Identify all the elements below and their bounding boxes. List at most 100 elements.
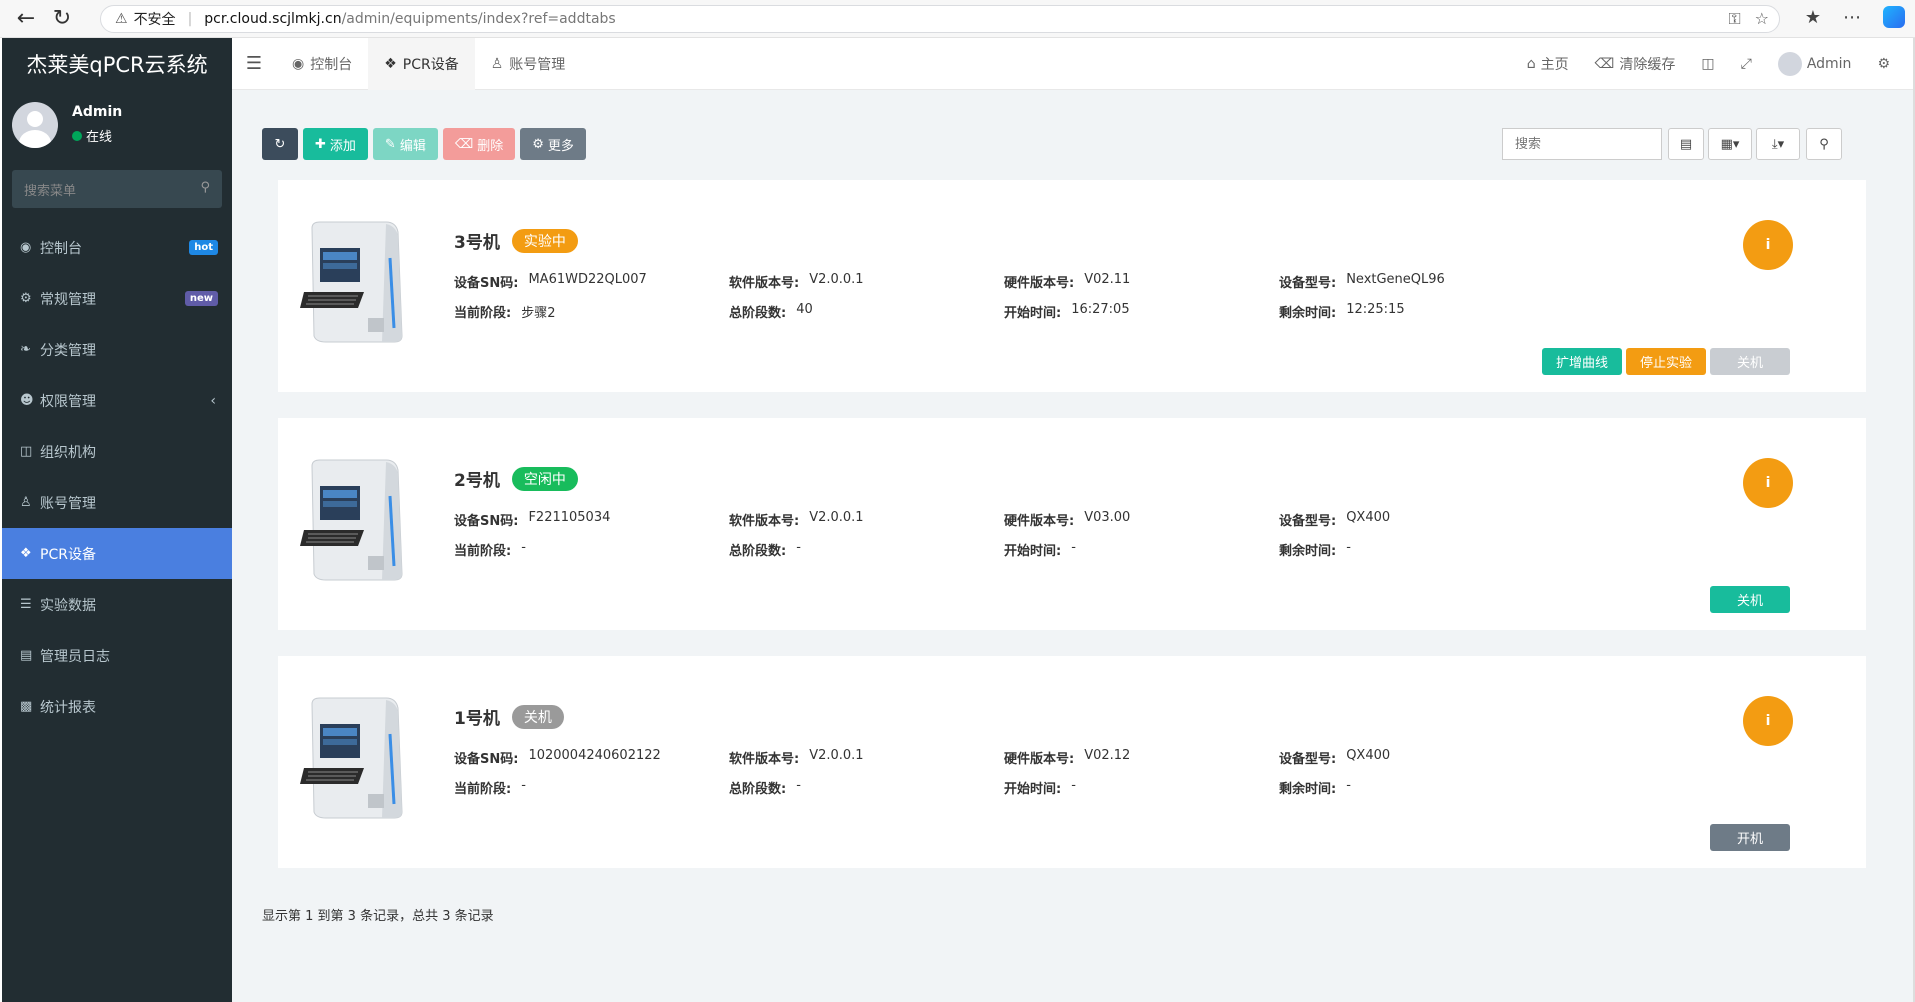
favorites-icon[interactable]: ★: [1805, 7, 1821, 28]
total-label: 总阶段数:: [729, 306, 787, 321]
shutdown-button[interactable]: 关机: [1710, 586, 1790, 613]
url-path: /admin/equipments/index?ref=addtabs: [341, 11, 616, 27]
info-icon: i: [1765, 237, 1771, 253]
pcr-device-image: [300, 459, 403, 581]
stage-label: 当前阶段:: [454, 782, 512, 797]
start-label: 开始时间:: [1004, 306, 1062, 321]
amplification-curve-button[interactable]: 扩增曲线: [1542, 348, 1622, 375]
columns-button[interactable]: ▦▾: [1708, 128, 1752, 160]
home-link[interactable]: ⌂ 主页: [1514, 54, 1582, 74]
tab-label: PCR设备: [402, 56, 459, 73]
hardware-value: V02.12: [1084, 748, 1131, 763]
add-button[interactable]: ✚ 添加: [303, 128, 368, 160]
sidebar-item-category[interactable]: ❧ 分类管理: [2, 324, 232, 375]
reload-icon[interactable]: ↻: [44, 1, 80, 37]
sn-value: MA61WD22QL007: [528, 272, 647, 287]
cubes-icon: ❖: [20, 546, 32, 561]
info-icon: i: [1765, 713, 1771, 729]
sn-value: F221105034: [528, 510, 611, 525]
clear-cache-button[interactable]: ⌫ 清除缓存: [1582, 54, 1689, 74]
status-badge: 关机: [511, 704, 564, 729]
chevron-left-icon: ‹: [210, 392, 216, 409]
export-icon: ⤓▾: [1771, 136, 1785, 152]
sidebar-item-label: PCR设备: [40, 546, 96, 563]
hamburger-icon[interactable]: ☰: [232, 53, 276, 74]
top-header: ☰ ◉ 控制台 ❖ PCR设备 ♙ 账号管理 ⌂ 主页 ⌫ 清除缓存 ◫ ⤢ A…: [232, 37, 1915, 90]
hardware-value: V02.11: [1084, 272, 1131, 287]
fullscreen-icon[interactable]: ⤢: [1728, 56, 1765, 72]
user-menu[interactable]: Admin: [1765, 52, 1865, 76]
settings-icon[interactable]: ⚙: [1864, 56, 1903, 72]
sidebar-item-experiment-data[interactable]: ☰ 实验数据: [2, 579, 232, 630]
browser-toolbar: ← ↻ ⚠ 不安全 | pcr.cloud.scjlmkj.cn/admin/e…: [0, 0, 1915, 38]
edit-button[interactable]: ✎ 编辑: [372, 128, 438, 160]
copilot-icon[interactable]: [1883, 6, 1905, 28]
user-menu-label: Admin: [1806, 56, 1852, 72]
plus-icon: ✚: [315, 136, 326, 152]
sidebar-item-auth[interactable]: ☻ 权限管理 ‹: [2, 375, 232, 426]
trash-icon: ⌫: [1594, 56, 1615, 72]
status-badge: 空闲中: [511, 466, 578, 491]
hardware-label: 硬件版本号:: [1004, 514, 1075, 529]
info-button[interactable]: i: [1743, 458, 1793, 508]
sidebar-item-pcr-devices[interactable]: ❖ PCR设备: [2, 528, 232, 579]
back-icon[interactable]: ←: [8, 1, 44, 37]
info-icon: i: [1765, 475, 1771, 491]
shutdown-button[interactable]: 关机: [1710, 348, 1790, 375]
home-icon: ⌂: [1526, 56, 1536, 72]
software-value: V2.0.0.1: [809, 748, 864, 763]
software-label: 软件版本号:: [729, 514, 800, 529]
search-button[interactable]: ⚲: [1806, 128, 1842, 160]
stage-label: 当前阶段:: [454, 544, 512, 559]
total-value: -: [796, 540, 801, 555]
search-icon[interactable]: ⚲: [200, 180, 210, 195]
info-button[interactable]: i: [1743, 696, 1793, 746]
menu-dots-icon[interactable]: ⋯: [1843, 7, 1861, 28]
toggle-view-button[interactable]: ▤: [1668, 128, 1704, 160]
power-on-button[interactable]: 开机: [1710, 824, 1790, 851]
sidebar-item-label: 分类管理: [40, 342, 96, 359]
sidebar-item-general[interactable]: ⚙ 常规管理 new: [2, 273, 232, 324]
tab-pcr-devices[interactable]: ❖ PCR设备: [368, 37, 475, 90]
model-label: 设备型号:: [1279, 752, 1337, 767]
sidebar-item-label: 权限管理: [40, 393, 96, 410]
sidebar-item-statistics[interactable]: ▩ 统计报表: [2, 681, 232, 732]
list-icon: ▤: [1679, 136, 1693, 152]
software-value: V2.0.0.1: [809, 272, 864, 287]
user-icon: ♙: [490, 55, 504, 72]
online-dot-icon: [72, 130, 82, 141]
device-card: 1号机 关机 设备SN码: 1020004240602122 软件版本号: V2.0…: [278, 656, 1866, 868]
stop-experiment-button[interactable]: 停止实验: [1626, 348, 1706, 375]
address-bar[interactable]: ⚠ 不安全 | pcr.cloud.scjlmkj.cn/admin/equip…: [100, 5, 1780, 33]
brand-title[interactable]: 杰莱美qPCR云系统: [2, 38, 232, 90]
software-label: 软件版本号:: [729, 752, 800, 767]
dashboard-icon: ◉: [292, 55, 305, 72]
tab-label: 控制台: [310, 56, 353, 73]
delete-button[interactable]: ⌫ 删除: [442, 128, 516, 160]
refresh-button[interactable]: ↻: [262, 128, 298, 160]
tab-dashboard[interactable]: ◉ 控制台: [276, 38, 368, 90]
sidebar-item-admin-log[interactable]: ▤ 管理员日志: [2, 630, 232, 681]
language-icon[interactable]: ◫: [1688, 56, 1727, 72]
more-button[interactable]: ⚙ 更多: [520, 128, 586, 160]
sn-label: 设备SN码:: [454, 276, 519, 291]
software-value: V2.0.0.1: [809, 510, 864, 525]
key-icon[interactable]: ⚿: [1728, 9, 1740, 29]
sidebar-item-organization[interactable]: ◫ 组织机构: [2, 426, 232, 477]
device-card: 3号机 实验中 设备SN码: MA61WD22QL007 软件版本号: V2.0.0…: [278, 180, 1866, 392]
more-label: 更多: [547, 138, 574, 154]
add-label: 添加: [329, 138, 356, 154]
model-label: 设备型号:: [1279, 514, 1337, 529]
favorite-star-icon[interactable]: ☆: [1755, 9, 1769, 29]
menu-search-input[interactable]: 搜索菜单 ⚲: [12, 170, 222, 208]
sidebar-item-account[interactable]: ♙ 账号管理: [2, 477, 232, 528]
remaining-value: -: [1346, 540, 1351, 555]
info-button[interactable]: i: [1743, 220, 1793, 270]
grid-icon: ▦▾: [1720, 136, 1740, 152]
sidebar-item-dashboard[interactable]: ◉ 控制台 hot: [2, 222, 232, 273]
tab-label: 账号管理: [509, 56, 566, 73]
export-button[interactable]: ⤓▾: [1756, 128, 1800, 160]
tab-account[interactable]: ♙ 账号管理: [475, 38, 582, 90]
start-value: -: [1071, 778, 1076, 793]
search-input[interactable]: [1502, 128, 1662, 160]
